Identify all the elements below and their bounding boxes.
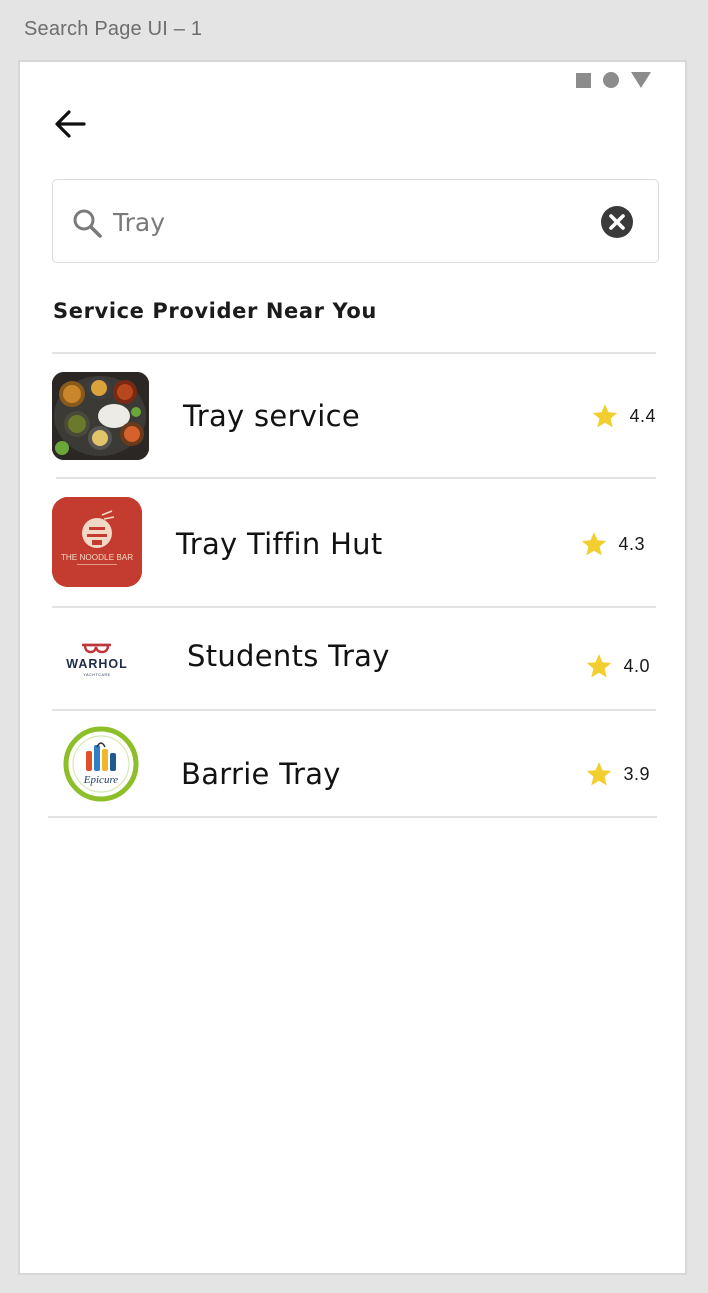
divider bbox=[48, 816, 657, 818]
divider bbox=[56, 477, 656, 479]
provider-name: Barrie Tray bbox=[181, 757, 341, 791]
section-title: Service Provider Near You bbox=[53, 299, 377, 323]
search-bar[interactable] bbox=[52, 179, 659, 263]
list-item-provider[interactable]: WARHOL YACHTCARE Students Tray 4.0 bbox=[52, 612, 656, 710]
star-icon bbox=[587, 762, 612, 786]
noodle-bar-logo: THE NOODLE BAR bbox=[52, 497, 142, 587]
rating: 4.4 bbox=[591, 402, 656, 430]
divider bbox=[52, 709, 656, 711]
rating-value: 3.9 bbox=[623, 763, 650, 784]
divider bbox=[52, 352, 656, 354]
rating: 3.9 bbox=[585, 760, 650, 788]
list-item-provider[interactable]: Tray service 4.4 bbox=[52, 362, 656, 478]
search-input[interactable] bbox=[113, 202, 573, 242]
triangle-nav-icon bbox=[631, 72, 651, 88]
phone-screen: Service Provider Near You bbox=[18, 60, 687, 1275]
clear-search-icon[interactable] bbox=[600, 205, 634, 239]
search-icon bbox=[71, 207, 103, 239]
artboard-title: Search Page UI – 1 bbox=[24, 18, 203, 40]
list-item-provider[interactable]: THE NOODLE BAR Tray Tiffin Hut 4.3 bbox=[52, 487, 656, 605]
status-bar bbox=[576, 72, 651, 88]
food-thali-image bbox=[52, 372, 149, 460]
divider bbox=[52, 606, 656, 608]
star-icon bbox=[582, 532, 607, 556]
provider-name: Students Tray bbox=[187, 639, 390, 673]
rating-value: 4.0 bbox=[623, 655, 650, 676]
epicure-logo: Epicure bbox=[62, 725, 140, 803]
svg-text:WARHOL: WARHOL bbox=[66, 657, 128, 671]
list-item-provider[interactable]: Epicure Barrie Tray 3.9 bbox=[52, 717, 656, 817]
svg-text:YACHTCARE: YACHTCARE bbox=[83, 673, 110, 677]
rating: 4.3 bbox=[580, 530, 645, 558]
svg-text:THE NOODLE BAR: THE NOODLE BAR bbox=[61, 553, 133, 562]
provider-name: Tray service bbox=[183, 399, 361, 433]
provider-name: Tray Tiffin Hut bbox=[176, 527, 383, 561]
rating: 4.0 bbox=[585, 652, 650, 680]
back-arrow-icon[interactable] bbox=[50, 104, 90, 144]
circle-nav-icon bbox=[603, 72, 619, 88]
star-icon bbox=[593, 404, 618, 428]
svg-text:Epicure: Epicure bbox=[83, 774, 119, 786]
rating-value: 4.3 bbox=[618, 533, 645, 554]
star-icon bbox=[587, 654, 612, 678]
square-nav-icon bbox=[576, 72, 591, 88]
warhol-logo: WARHOL YACHTCARE bbox=[62, 638, 132, 682]
rating-value: 4.4 bbox=[629, 405, 656, 426]
